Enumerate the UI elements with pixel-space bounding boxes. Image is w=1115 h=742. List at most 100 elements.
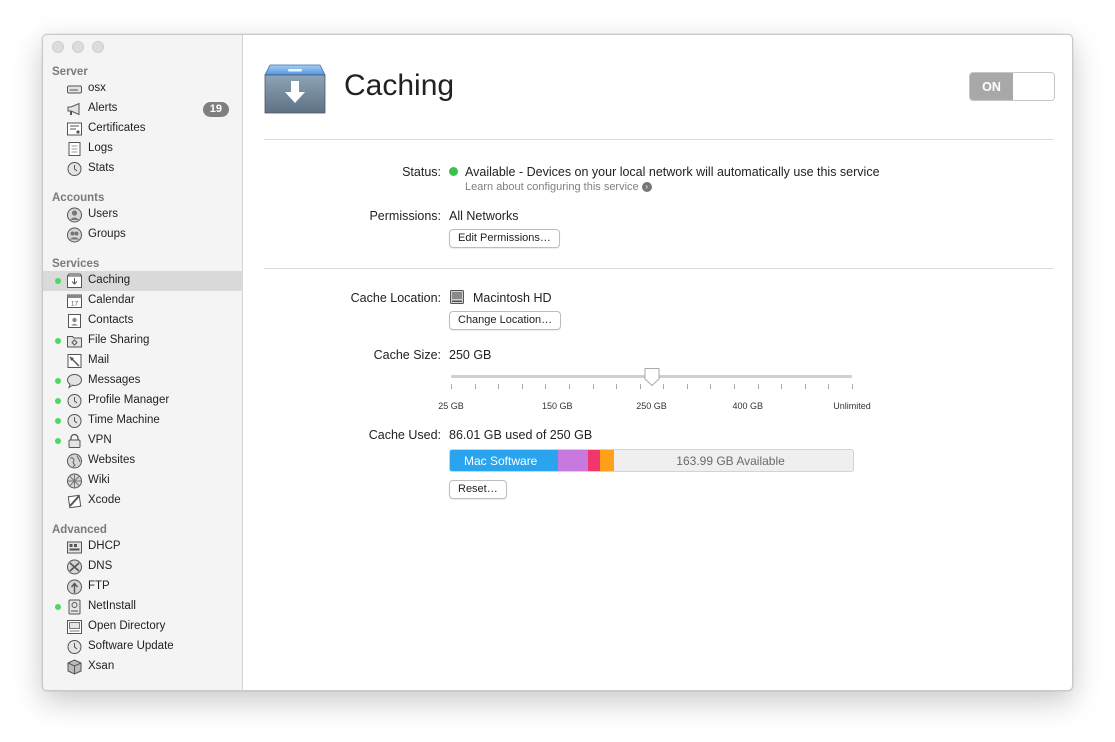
- page-title: Caching: [344, 69, 455, 102]
- status-value: Available - Devices on your local networ…: [465, 165, 880, 179]
- contacts-icon: [66, 313, 83, 329]
- status-indicator-dot: [449, 167, 458, 176]
- available-space-label: 163.99 GB Available: [676, 454, 785, 468]
- sidebar-item-label: Open Directory: [88, 620, 166, 632]
- toggle-on-label: ON: [970, 73, 1013, 100]
- profile-manager-icon: [66, 393, 83, 409]
- usage-segment: Mac Software: [450, 450, 558, 471]
- sidebar-item-contacts[interactable]: Contacts: [43, 311, 243, 331]
- sidebar-item-ftp[interactable]: FTP: [43, 577, 243, 597]
- slider-tick: [545, 384, 547, 389]
- sidebar-item-time-machine[interactable]: Time Machine: [43, 411, 243, 431]
- slider-tick: [592, 384, 594, 389]
- sidebar-item-label: VPN: [88, 434, 112, 446]
- sidebar-item-caching[interactable]: Caching: [43, 271, 243, 291]
- xcode-icon: [66, 493, 83, 509]
- cache-size-slider[interactable]: 25 GB 150 GB 250 GB 400 GB Unlimited: [438, 367, 871, 417]
- sidebar-item-software-update[interactable]: Software Update: [43, 637, 243, 657]
- netinstall-icon: [66, 599, 83, 615]
- sidebar-item-alerts[interactable]: Alerts 19: [43, 99, 243, 119]
- sidebar-item-calendar[interactable]: 17 Calendar: [43, 291, 243, 311]
- sidebar-item-label: Software Update: [88, 640, 174, 652]
- ftp-icon: [66, 579, 83, 595]
- group-icon: [66, 227, 83, 243]
- sidebar-item-osx[interactable]: osx: [43, 79, 243, 99]
- section-divider: [264, 268, 1054, 269]
- sidebar-item-label: Groups: [88, 228, 126, 240]
- sidebar-item-messages[interactable]: Messages: [43, 371, 243, 391]
- sidebar-item-dns[interactable]: DNS: [43, 557, 243, 577]
- stats-icon: [66, 161, 83, 177]
- sidebar-item-xcode[interactable]: Xcode: [43, 491, 243, 511]
- caching-pane: Caching ON Status: Available - Devices o…: [244, 35, 1072, 690]
- change-location-button[interactable]: Change Location…: [449, 311, 562, 330]
- sidebar-item-xsan[interactable]: Xsan: [43, 657, 243, 677]
- sidebar-item-logs[interactable]: Logs: [43, 139, 243, 159]
- sidebar-item-profile-manager[interactable]: Profile Manager: [43, 391, 243, 411]
- cache-location-value: Macintosh HD: [473, 291, 552, 305]
- slider-tick: [663, 384, 665, 389]
- sidebar-item-label: Websites: [88, 454, 136, 466]
- minimize-window-button[interactable]: [72, 41, 84, 53]
- sidebar-item-label: NetInstall: [88, 600, 136, 612]
- log-icon: [66, 141, 83, 157]
- header-divider: [264, 139, 1054, 140]
- sidebar-item-netinstall[interactable]: NetInstall: [43, 597, 243, 617]
- sidebar-item-label: DNS: [88, 560, 113, 572]
- xsan-icon: [66, 659, 83, 675]
- sidebar-item-label: Messages: [88, 374, 141, 386]
- globe-icon: [66, 453, 83, 469]
- megaphone-icon: [66, 101, 83, 117]
- sidebar-item-label: Calendar: [88, 294, 135, 306]
- sidebar: Server osx Alerts 19 Certificates Logs Stats Ac…: [43, 35, 243, 690]
- slider-tick: [686, 384, 688, 389]
- sidebar-item-groups[interactable]: Groups: [43, 225, 243, 245]
- cache-used-label: Cache Used:: [368, 428, 441, 442]
- software-update-icon: [66, 639, 83, 655]
- close-window-button[interactable]: [52, 41, 64, 53]
- sidebar-item-mail[interactable]: Mail: [43, 351, 243, 371]
- slider-thumb[interactable]: [643, 367, 661, 387]
- permissions-value: All Networks: [449, 209, 519, 223]
- sidebar-item-label: Mail: [88, 354, 110, 366]
- slider-tick: [639, 384, 641, 389]
- dns-icon: [66, 559, 83, 575]
- usage-segment: [588, 450, 601, 471]
- sidebar-item-certificates[interactable]: Certificates: [43, 119, 243, 139]
- sidebar-item-dhcp[interactable]: DHCP: [43, 537, 243, 557]
- sidebar-list: Server osx Alerts 19 Certificates Logs Stats Ac…: [43, 65, 243, 677]
- service-running-dot: [55, 438, 61, 444]
- slider-tick: [521, 384, 523, 389]
- arrow-right-circle-icon: ›: [641, 182, 652, 192]
- sidebar-item-label: Users: [88, 208, 119, 220]
- sidebar-item-file-sharing[interactable]: File Sharing: [43, 331, 243, 351]
- hard-drive-icon: [450, 290, 464, 304]
- sidebar-item-vpn[interactable]: VPN: [43, 431, 243, 451]
- sidebar-item-websites[interactable]: Websites: [43, 451, 243, 471]
- sidebar-section-header: Advanced: [52, 524, 107, 536]
- server-icon: [66, 81, 83, 97]
- permissions-label: Permissions:: [369, 209, 441, 223]
- caching-icon: [66, 273, 83, 289]
- slider-tick: [828, 384, 830, 389]
- sidebar-item-label: File Sharing: [88, 334, 150, 346]
- edit-permissions-button[interactable]: Edit Permissions…: [449, 229, 560, 248]
- sidebar-item-label: Wiki: [88, 474, 110, 486]
- sidebar-item-label: DHCP: [88, 540, 121, 552]
- slider-tick: [734, 384, 736, 389]
- sidebar-item-label: Stats: [88, 162, 115, 174]
- learn-more-link[interactable]: Learn about configuring this service ›: [465, 181, 652, 193]
- service-running-dot: [55, 378, 61, 384]
- reset-button[interactable]: Reset…: [449, 480, 507, 499]
- sidebar-item-stats[interactable]: Stats: [43, 159, 243, 179]
- sidebar-item-users[interactable]: Users: [43, 205, 243, 225]
- cache-size-label: Cache Size:: [373, 348, 441, 362]
- wiki-icon: [66, 473, 83, 489]
- service-on-toggle[interactable]: ON: [969, 72, 1055, 101]
- server-app-window: Server osx Alerts 19 Certificates Logs Stats Ac…: [42, 34, 1073, 691]
- time-machine-icon: [66, 413, 83, 429]
- sidebar-item-open-directory[interactable]: Open Directory: [43, 617, 243, 637]
- sidebar-item-wiki[interactable]: Wiki: [43, 471, 243, 491]
- zoom-window-button[interactable]: [92, 41, 104, 53]
- toggle-knob[interactable]: [1013, 73, 1054, 100]
